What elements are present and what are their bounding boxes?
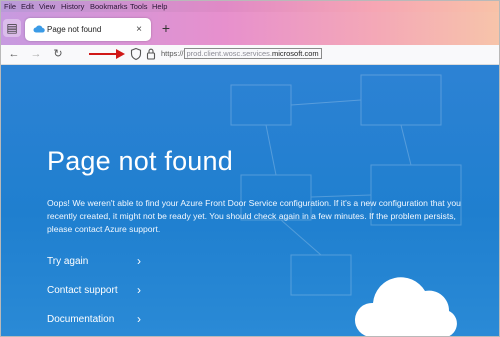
url-domain: microsoft.com: [271, 49, 319, 58]
chevron-right-icon[interactable]: ›: [137, 283, 141, 297]
menu-edit[interactable]: Edit: [21, 1, 34, 12]
url-scheme: https://: [161, 49, 184, 58]
menu-bookmarks[interactable]: Bookmarks: [90, 1, 128, 12]
chevron-right-icon[interactable]: ›: [137, 254, 141, 268]
menu-view[interactable]: View: [39, 1, 55, 12]
back-arrow-icon[interactable]: ←: [6, 47, 22, 62]
tab-page-not-found[interactable]: Page not found ×: [25, 18, 151, 41]
menu-tools[interactable]: Tools: [130, 1, 148, 12]
cloud-icon: [355, 277, 457, 336]
contact-support-link[interactable]: Contact support: [47, 284, 118, 298]
tab-title: Page not found: [47, 25, 102, 34]
tab-close-icon[interactable]: ×: [136, 18, 142, 41]
new-tab-button[interactable]: +: [159, 19, 173, 37]
documentation-link[interactable]: Documentation: [47, 313, 114, 327]
browser-window: File Edit View History Bookmarks Tools H…: [0, 0, 500, 337]
menu-file[interactable]: File: [4, 1, 16, 12]
menu-bar: File Edit View History Bookmarks Tools H…: [1, 1, 499, 12]
navigation-bar: ← → ↻ https://prod.client.wosc.services.…: [1, 45, 499, 65]
address-bar[interactable]: https://prod.client.wosc.services.micros…: [161, 48, 322, 60]
menu-history[interactable]: History: [61, 1, 84, 12]
shield-icon[interactable]: [130, 47, 142, 61]
tab-strip: ▤ Page not found × +: [1, 12, 499, 45]
reload-icon[interactable]: ↻: [50, 47, 66, 62]
page-title: Page not found: [47, 146, 233, 176]
annotation-arrow-icon: [89, 49, 125, 59]
error-description: Oops! We weren't able to find your Azure…: [47, 198, 461, 234]
forward-arrow-icon[interactable]: →: [28, 47, 44, 62]
try-again-link[interactable]: Try again: [47, 255, 88, 269]
sidebar-toggle-icon[interactable]: ▤: [3, 19, 21, 37]
chevron-right-icon[interactable]: ›: [137, 312, 141, 326]
lock-icon[interactable]: [145, 47, 157, 61]
url-subdomain: prod.client.wosc.services.: [186, 49, 272, 58]
page-content: Page not found Oops! We weren't able to …: [1, 65, 499, 336]
url-host-highlight: prod.client.wosc.services.microsoft.com: [183, 48, 322, 59]
menu-help[interactable]: Help: [152, 1, 167, 12]
cloud-favicon-icon: [33, 25, 45, 33]
